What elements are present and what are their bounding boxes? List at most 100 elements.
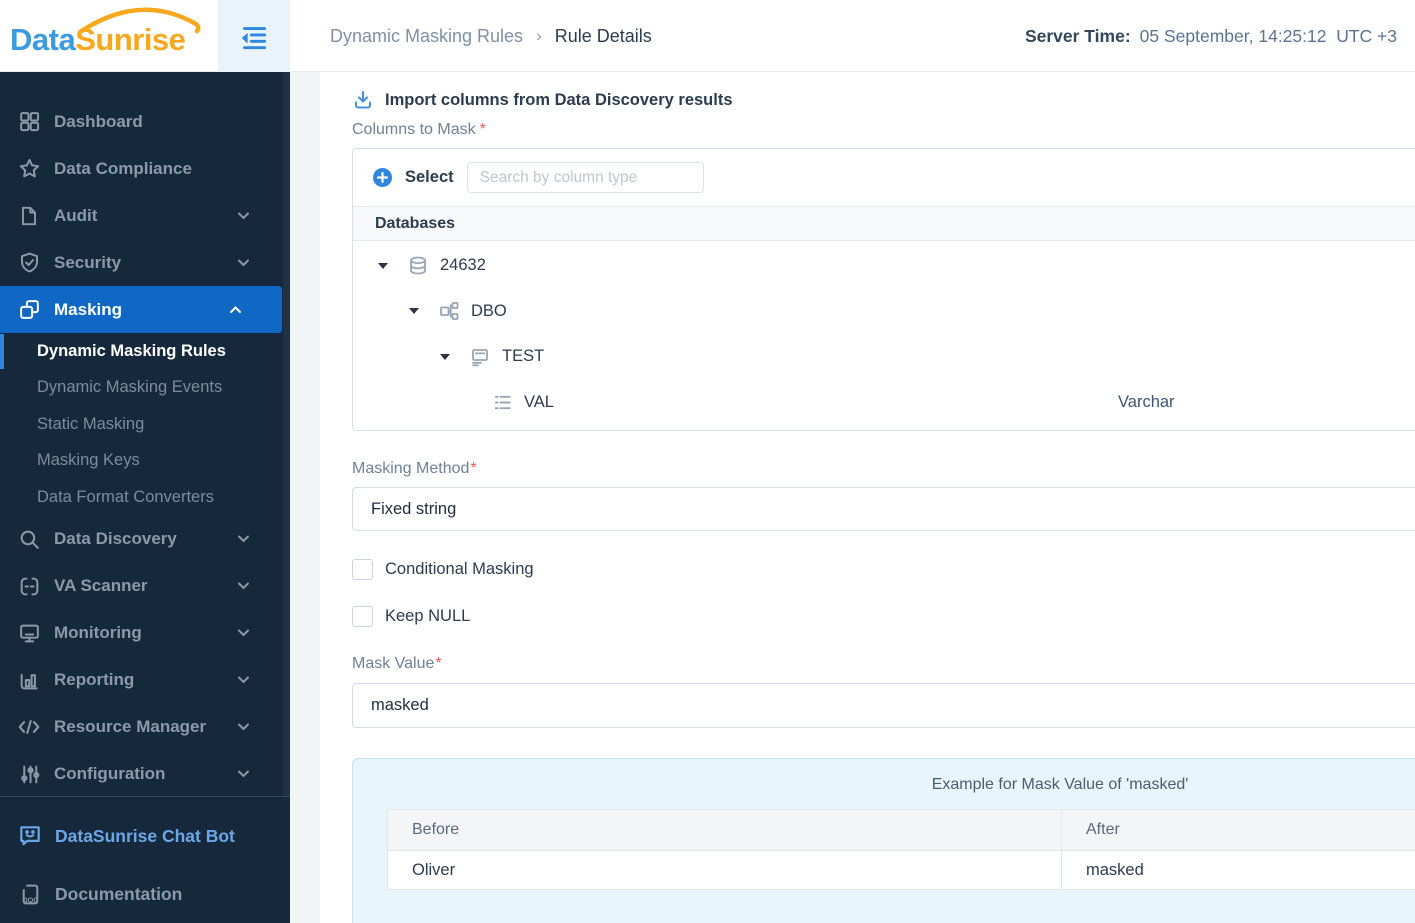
sidebar-item-va-scanner[interactable]: VA Scanner — [0, 563, 290, 610]
breadcrumb-separator: › — [536, 26, 542, 45]
sidebar-item-masking[interactable]: Masking — [0, 286, 282, 333]
submenu-item-masking-keys[interactable]: Masking Keys — [0, 443, 290, 480]
server-time-value: 05 September, 14:25:12 UTC +3 — [1139, 25, 1397, 46]
databases-tree-header: Databases — [353, 206, 1415, 241]
doc-icon: DOC — [17, 882, 43, 907]
sidebar-item-dashboard[interactable]: Dashboard — [0, 98, 290, 145]
column-list-icon — [492, 392, 513, 413]
sidebar-item-chat-bot[interactable]: DataSunrise Chat Bot — [0, 807, 290, 865]
sidebar-item-label: Data Compliance — [54, 158, 192, 178]
mask-value-input[interactable] — [352, 683, 1415, 728]
sidebar-item-label: Security — [54, 252, 122, 272]
search-icon — [17, 528, 41, 551]
tree-row-table[interactable]: TEST — [353, 334, 1415, 380]
collapse-sidebar-icon — [241, 27, 267, 50]
mask-value-label: Mask Value * — [352, 654, 1415, 674]
search-column-type-input[interactable] — [466, 162, 704, 193]
sidebar-item-label: DataSunrise Chat Bot — [55, 825, 235, 846]
label-text: Masking Method — [352, 460, 470, 477]
chevron-down-icon — [237, 582, 250, 591]
sidebar-item-configuration[interactable]: Configuration — [0, 751, 290, 798]
submenu-item-label: Dynamic Masking Events — [37, 378, 223, 397]
main-content: Import columns from Data Discovery resul… — [320, 72, 1415, 923]
select-row: Select — [353, 149, 1415, 206]
logo-part-sunrise: Sunrise — [75, 22, 186, 57]
chevron-down-icon — [237, 676, 250, 685]
tree-expand-arrow-icon[interactable] — [378, 262, 388, 269]
star-icon — [17, 157, 41, 180]
tree-expand-arrow-icon[interactable] — [409, 308, 419, 315]
sidebar-item-audit[interactable]: Audit — [0, 192, 290, 239]
sidebar-item-security[interactable]: Security — [0, 239, 290, 286]
tree-row-column[interactable]: VAL Varchar — [353, 380, 1415, 426]
dashboard-grid-icon — [17, 110, 41, 133]
chevron-down-icon — [237, 629, 250, 638]
example-panel: Example for Mask Value of 'masked' Befor… — [352, 758, 1415, 923]
keep-null-checkbox[interactable] — [352, 606, 373, 627]
example-table-header: Before After — [388, 810, 1415, 850]
conditional-masking-row: Conditional Masking — [352, 559, 1415, 580]
sidebar-item-reporting[interactable]: Reporting — [0, 657, 290, 704]
copy-icon — [17, 298, 41, 321]
content-gutter — [290, 72, 320, 923]
tree-expand-arrow-icon[interactable] — [440, 353, 450, 360]
page-title: Rule Details — [554, 25, 652, 46]
import-columns-label: Import columns from Data Discovery resul… — [385, 90, 733, 109]
chevron-down-icon — [237, 211, 250, 220]
sidebar-item-label: Dashboard — [54, 111, 143, 131]
chevron-down-icon — [237, 535, 250, 544]
tree-node-label: 24632 — [440, 256, 486, 275]
sidebar-item-label: Configuration — [54, 764, 166, 783]
chevron-up-icon — [229, 305, 242, 314]
keep-null-label[interactable]: Keep NULL — [385, 607, 470, 626]
tree-node-label: DBO — [471, 301, 507, 320]
required-asterisk: * — [470, 460, 477, 477]
table-row: Oliver masked — [388, 850, 1415, 889]
submenu-item-dynamic-masking-events[interactable]: Dynamic Masking Events — [0, 370, 290, 407]
select-button-label[interactable]: Select — [405, 168, 454, 187]
masking-method-label: Masking Method * — [352, 459, 1415, 479]
label-text: Columns to Mask — [352, 121, 476, 138]
columns-to-mask-label: Columns to Mask * — [352, 120, 1415, 140]
required-asterisk: * — [479, 121, 486, 138]
tree-row-schema[interactable]: DBO — [353, 289, 1415, 335]
sidebar-item-resource-manager[interactable]: Resource Manager — [0, 704, 290, 751]
plus-icon — [377, 172, 388, 183]
sidebar-item-data-compliance[interactable]: Data Compliance — [0, 145, 290, 192]
sidebar-item-label: Masking — [54, 299, 123, 319]
sidebar-collapse-button[interactable] — [218, 0, 290, 72]
sidebar-item-monitoring[interactable]: Monitoring — [0, 610, 290, 657]
masking-method-select[interactable]: Fixed string — [352, 487, 1415, 531]
tree-row-database[interactable]: 24632 — [353, 243, 1415, 289]
sidebar-item-data-discovery[interactable]: Data Discovery — [0, 516, 290, 563]
sidebar-item-label: Reporting — [54, 670, 135, 689]
sidebar-item-label: Data Discovery — [54, 529, 177, 548]
submenu-item-dynamic-masking-rules[interactable]: Dynamic Masking Rules — [0, 333, 290, 370]
masking-submenu: Dynamic Masking Rules Dynamic Masking Ev… — [0, 333, 290, 516]
logo-text: DataSunrise — [10, 22, 186, 58]
breadcrumb-parent[interactable]: Dynamic Masking Rules — [330, 26, 523, 47]
logo-part-data: Data — [10, 22, 76, 57]
add-column-button[interactable] — [373, 168, 392, 187]
app-logo[interactable]: DataSunrise — [0, 0, 218, 72]
submenu-item-static-masking[interactable]: Static Masking — [0, 406, 290, 443]
label-text: Mask Value — [352, 655, 435, 672]
conditional-masking-checkbox[interactable] — [352, 559, 373, 580]
columns-selector-panel: Select Databases 24632 — [352, 148, 1415, 431]
sidebar-menu: Dashboard Data Compliance Audit Security… — [0, 72, 290, 798]
sidebar-item-label: Documentation — [55, 883, 183, 904]
submenu-item-data-format-converters[interactable]: Data Format Converters — [0, 479, 290, 516]
import-columns-link[interactable]: Import columns from Data Discovery resul… — [352, 88, 1415, 112]
conditional-masking-label[interactable]: Conditional Masking — [385, 560, 534, 579]
submenu-item-label: Masking Keys — [37, 451, 140, 470]
server-time: Server Time: 05 September, 14:25:12 UTC … — [1025, 0, 1397, 72]
code-icon — [17, 715, 41, 739]
submenu-item-label: Dynamic Masking Rules — [37, 341, 226, 360]
sidebar-item-documentation[interactable]: DOC Documentation — [0, 865, 290, 923]
sidebar-nav: Dashboard Data Compliance Audit Security… — [0, 72, 290, 923]
example-col-after: After — [1061, 810, 1415, 850]
example-col-before: Before — [412, 821, 460, 838]
server-time-label: Server Time: — [1024, 25, 1131, 46]
chat-bot-icon — [17, 823, 43, 849]
example-cell-after: masked — [1061, 851, 1415, 889]
